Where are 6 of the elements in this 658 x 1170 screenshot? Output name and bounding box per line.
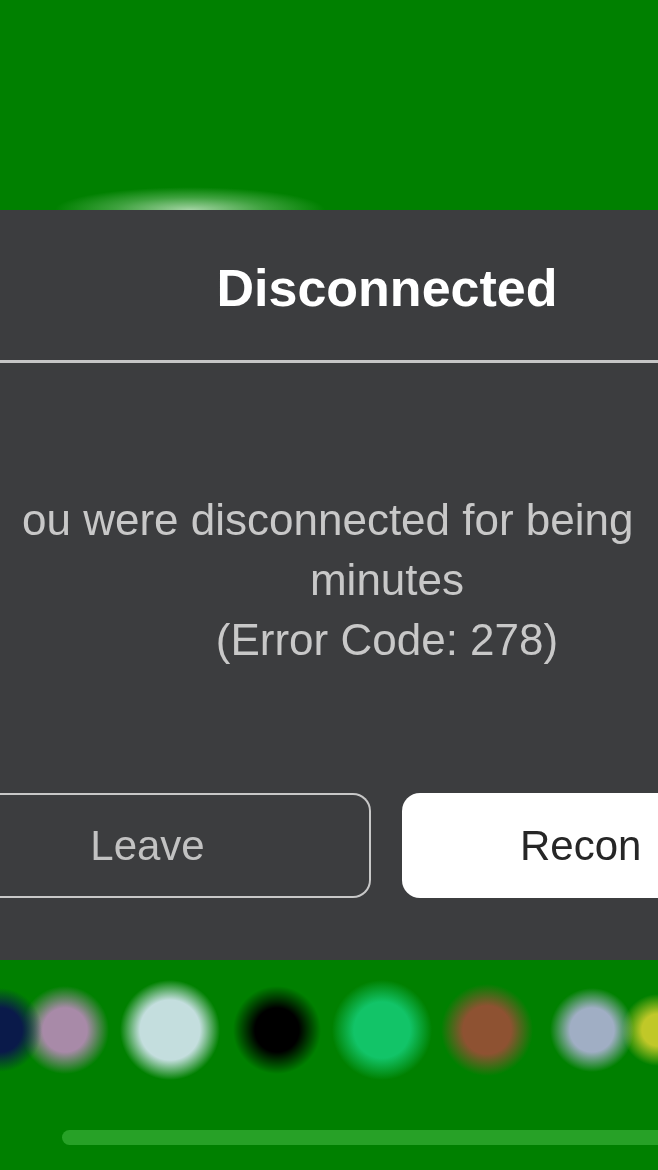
message-text: ou were disconnected for being	[21, 494, 635, 546]
dialog-title: Disconnected	[215, 260, 559, 318]
message-text: minutes	[308, 554, 466, 606]
reconnect-button[interactable]: Recon	[402, 793, 658, 898]
leave-button[interactable]: Leave	[0, 793, 371, 898]
error-code-text: (Error Code: 278)	[214, 614, 560, 666]
